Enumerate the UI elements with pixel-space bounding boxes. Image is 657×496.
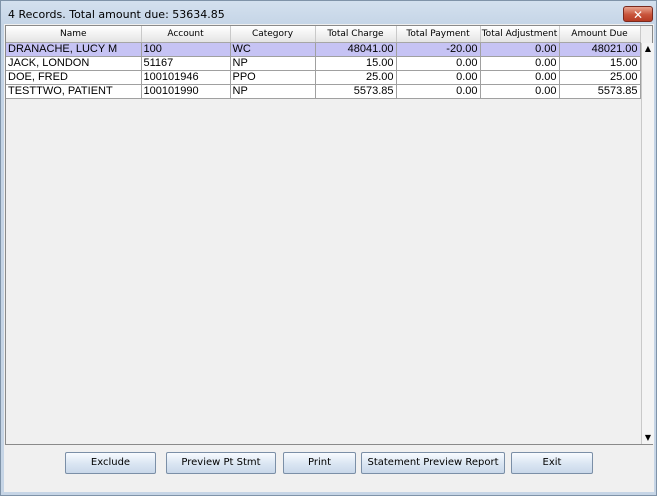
cell-total-adjustment[interactable]: 0.00 xyxy=(480,56,560,71)
cell-total-charge[interactable]: 48041.00 xyxy=(315,42,397,57)
preview-pt-stmt-button[interactable]: Preview Pt Stmt xyxy=(166,452,276,474)
cell-total-charge[interactable]: 25.00 xyxy=(315,70,397,85)
cell-total-payment[interactable]: 0.00 xyxy=(396,84,481,99)
column-header-amount-due[interactable]: Amount Due xyxy=(559,26,641,43)
cell-name[interactable]: TESTTWO, PATIENT xyxy=(6,84,142,99)
scroll-down-icon[interactable]: ▼ xyxy=(642,432,654,444)
cell-total-charge[interactable]: 5573.85 xyxy=(315,84,397,99)
column-header-category[interactable]: Category xyxy=(230,26,316,43)
cell-category[interactable]: NP xyxy=(230,84,316,99)
table-row[interactable]: DRANACHE, LUCY M 100 WC 48041.00 -20.00 … xyxy=(6,42,641,57)
vertical-scrollbar[interactable]: ▲ ▼ xyxy=(641,43,654,444)
column-header-total-payment[interactable]: Total Payment xyxy=(396,26,481,43)
cell-account[interactable]: 51167 xyxy=(141,56,231,71)
cell-account[interactable]: 100 xyxy=(141,42,231,57)
cell-amount-due[interactable]: 15.00 xyxy=(559,56,641,71)
cell-amount-due[interactable]: 25.00 xyxy=(559,70,641,85)
window-title: 4 Records. Total amount due: 53634.85 xyxy=(8,8,225,21)
close-icon: ✕ xyxy=(632,8,644,22)
table-row[interactable]: DOE, FRED 100101946 PPO 25.00 0.00 0.00 … xyxy=(6,70,641,85)
cell-amount-due[interactable]: 48021.00 xyxy=(559,42,641,57)
cell-category[interactable]: WC xyxy=(230,42,316,57)
column-header-account[interactable]: Account xyxy=(141,26,231,43)
cell-total-payment[interactable]: 0.00 xyxy=(396,56,481,71)
window-content: Name Account Category Total Charge Total… xyxy=(4,24,654,492)
close-button[interactable]: ✕ xyxy=(623,6,653,22)
cell-name[interactable]: DOE, FRED xyxy=(6,70,142,85)
table-header-row: Name Account Category Total Charge Total… xyxy=(6,26,641,43)
button-bar: Exclude Preview Pt Stmt Print Statement … xyxy=(4,449,654,479)
statement-preview-report-button[interactable]: Statement Preview Report xyxy=(361,452,505,474)
cell-total-adjustment[interactable]: 0.00 xyxy=(480,70,560,85)
cell-account[interactable]: 100101946 xyxy=(141,70,231,85)
cell-total-adjustment[interactable]: 0.00 xyxy=(480,42,560,57)
column-header-total-charge[interactable]: Total Charge xyxy=(315,26,397,43)
cell-amount-due[interactable]: 5573.85 xyxy=(559,84,641,99)
column-header-total-adjustment[interactable]: Total Adjustment xyxy=(480,26,560,43)
exit-button[interactable]: Exit xyxy=(511,452,593,474)
exclude-button[interactable]: Exclude xyxy=(65,452,156,474)
cell-name[interactable]: JACK, LONDON xyxy=(6,56,142,71)
statement-window: 4 Records. Total amount due: 53634.85 ✕ … xyxy=(0,0,657,496)
column-header-name[interactable]: Name xyxy=(6,26,142,43)
table-row[interactable]: JACK, LONDON 51167 NP 15.00 0.00 0.00 15… xyxy=(6,56,641,71)
cell-category[interactable]: NP xyxy=(230,56,316,71)
cell-category[interactable]: PPO xyxy=(230,70,316,85)
cell-account[interactable]: 100101990 xyxy=(141,84,231,99)
cell-total-payment[interactable]: 0.00 xyxy=(396,70,481,85)
cell-total-charge[interactable]: 15.00 xyxy=(315,56,397,71)
cell-total-adjustment[interactable]: 0.00 xyxy=(480,84,560,99)
scroll-up-icon[interactable]: ▲ xyxy=(642,43,654,55)
table-row[interactable]: TESTTWO, PATIENT 100101990 NP 5573.85 0.… xyxy=(6,84,641,99)
cell-name[interactable]: DRANACHE, LUCY M xyxy=(6,42,142,57)
records-table: Name Account Category Total Charge Total… xyxy=(5,25,654,445)
print-button[interactable]: Print xyxy=(283,452,356,474)
cell-total-payment[interactable]: -20.00 xyxy=(396,42,481,57)
